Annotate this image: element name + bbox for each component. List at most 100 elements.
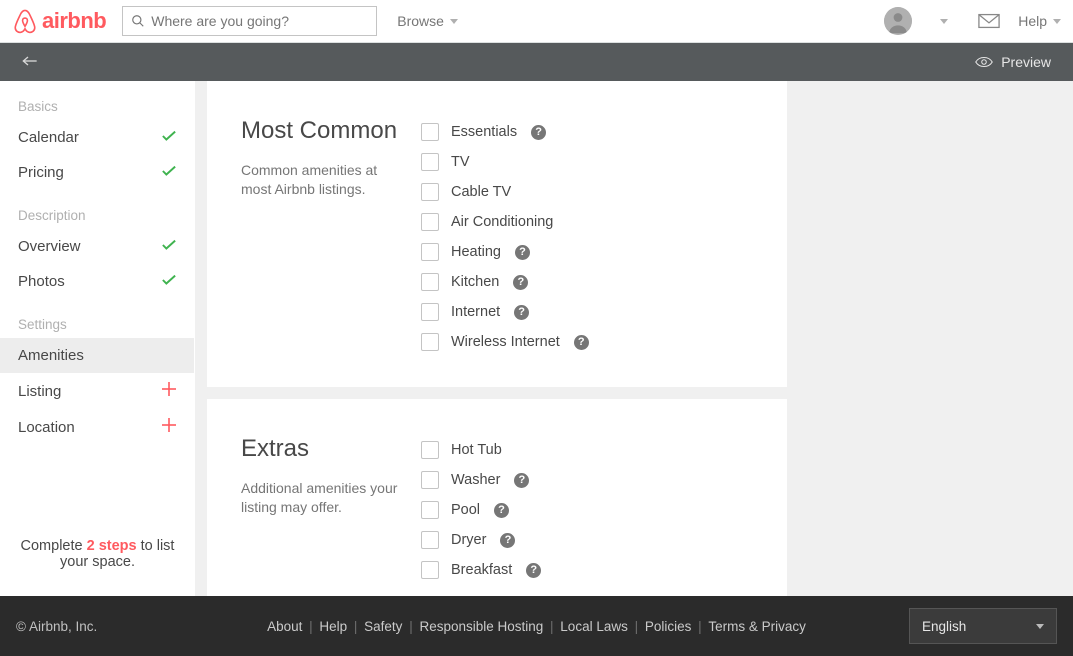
- preview-label: Preview: [1001, 54, 1051, 70]
- amenity-row-air-conditioning: Air Conditioning: [421, 207, 753, 237]
- footer-link-safety[interactable]: Safety: [364, 619, 402, 634]
- amenity-label: Kitchen: [451, 274, 499, 290]
- amenity-row-pool: Pool?: [421, 495, 753, 525]
- help-tooltip-icon[interactable]: ?: [513, 275, 528, 290]
- help-label: Help: [1018, 13, 1047, 29]
- amenity-row-kitchen: Kitchen?: [421, 267, 753, 297]
- separator: |: [405, 619, 416, 634]
- amenity-label: Cable TV: [451, 184, 511, 200]
- amenity-checkbox[interactable]: [421, 441, 439, 459]
- sidebar-item-pricing[interactable]: Pricing: [0, 155, 194, 190]
- footer-link-policies[interactable]: Policies: [645, 619, 692, 634]
- amenity-checkbox[interactable]: [421, 531, 439, 549]
- help-tooltip-icon[interactable]: ?: [531, 125, 546, 140]
- amenity-label: Heating: [451, 244, 501, 260]
- amenity-checkbox[interactable]: [421, 303, 439, 321]
- amenity-checkbox[interactable]: [421, 243, 439, 261]
- browse-dropdown[interactable]: Browse: [397, 13, 458, 29]
- sidebar-item-label: Location: [18, 419, 75, 436]
- brand-logo[interactable]: airbnb: [12, 7, 106, 35]
- search-placeholder: Where are you going?: [151, 13, 289, 29]
- footer-link-local-laws[interactable]: Local Laws: [560, 619, 628, 634]
- user-menu-chevron-icon[interactable]: [940, 19, 948, 24]
- cta-pre: Complete: [21, 538, 87, 554]
- panel-subtitle: Common amenities at most Airbnb listings…: [241, 161, 409, 199]
- arrow-left-icon: [22, 54, 38, 68]
- sidebar-item-label: Photos: [18, 273, 65, 290]
- amenity-checkbox[interactable]: [421, 333, 439, 351]
- cta-steps: 2 steps: [87, 538, 137, 554]
- amenity-label: Hot Tub: [451, 442, 502, 458]
- help-dropdown[interactable]: Help: [1018, 13, 1061, 29]
- sidebar-item-location[interactable]: Location: [0, 409, 194, 445]
- sidebar-section-label: Description: [0, 190, 194, 229]
- amenity-row-essentials: Essentials?: [421, 117, 753, 147]
- sidebar-item-label: Overview: [18, 238, 81, 255]
- help-tooltip-icon[interactable]: ?: [514, 305, 529, 320]
- check-icon: [162, 238, 176, 255]
- amenity-checkbox[interactable]: [421, 213, 439, 231]
- amenity-row-washer: Washer?: [421, 465, 753, 495]
- messages-icon[interactable]: [978, 13, 1000, 29]
- amenity-label: Air Conditioning: [451, 214, 553, 230]
- help-tooltip-icon[interactable]: ?: [514, 473, 529, 488]
- language-selector[interactable]: English: [909, 608, 1057, 644]
- footer-link-about[interactable]: About: [267, 619, 302, 634]
- chevron-down-icon: [1053, 19, 1061, 24]
- avatar-icon: [884, 7, 912, 35]
- sidebar: BasicsCalendarPricingDescription Overview…: [0, 81, 195, 596]
- amenity-checkbox[interactable]: [421, 183, 439, 201]
- site-footer: © Airbnb, Inc. About | Help | Safety | R…: [0, 596, 1073, 656]
- sidebar-item-calendar[interactable]: Calendar: [0, 120, 194, 155]
- content-area: Most Common Common amenities at most Airb…: [195, 81, 1073, 596]
- check-icon: [162, 273, 176, 290]
- footer-link-terms-privacy[interactable]: Terms & Privacy: [708, 619, 806, 634]
- help-tooltip-icon[interactable]: ?: [494, 503, 509, 518]
- amenity-label: Internet: [451, 304, 500, 320]
- help-tooltip-icon[interactable]: ?: [526, 563, 541, 578]
- separator: |: [350, 619, 361, 634]
- sidebar-section-label: Basics: [0, 81, 194, 120]
- help-tooltip-icon[interactable]: ?: [500, 533, 515, 548]
- panel-subtitle: Additional amenities your listing may of…: [241, 479, 409, 517]
- footer-link-responsible-hosting[interactable]: Responsible Hosting: [419, 619, 543, 634]
- amenity-checkbox[interactable]: [421, 273, 439, 291]
- airbnb-belo-icon: [12, 7, 38, 35]
- chevron-down-icon: [450, 19, 458, 24]
- separator: |: [694, 619, 705, 634]
- language-label: English: [922, 619, 966, 634]
- search-icon: [131, 14, 145, 28]
- amenity-label: Essentials: [451, 124, 517, 140]
- amenity-checkbox[interactable]: [421, 561, 439, 579]
- browse-label: Browse: [397, 13, 444, 29]
- top-header: airbnb Where are you going? Browse Help: [0, 0, 1073, 43]
- sidebar-item-photos[interactable]: Photos: [0, 264, 194, 299]
- amenity-row-dryer: Dryer?: [421, 525, 753, 555]
- footer-link-help[interactable]: Help: [319, 619, 347, 634]
- panel-most-common: Most Common Common amenities at most Airb…: [207, 81, 787, 387]
- sidebar-item-amenities[interactable]: Amenities: [0, 338, 194, 373]
- amenity-row-breakfast: Breakfast?: [421, 555, 753, 585]
- user-avatar[interactable]: [884, 7, 912, 35]
- help-tooltip-icon[interactable]: ?: [574, 335, 589, 350]
- separator: |: [305, 619, 316, 634]
- separator: |: [631, 619, 642, 634]
- amenity-label: Pool: [451, 502, 480, 518]
- panel-extras: Extras Additional amenities your listing …: [207, 399, 787, 596]
- chevron-down-icon: [1036, 624, 1044, 629]
- eye-icon: [975, 56, 993, 68]
- help-tooltip-icon[interactable]: ?: [515, 245, 530, 260]
- panel-title: Most Common: [241, 117, 409, 145]
- amenity-checkbox[interactable]: [421, 501, 439, 519]
- amenity-checkbox[interactable]: [421, 123, 439, 141]
- sidebar-item-listing[interactable]: Listing: [0, 373, 194, 409]
- back-button[interactable]: [22, 54, 38, 71]
- preview-button[interactable]: Preview: [975, 54, 1051, 70]
- panel-title: Extras: [241, 435, 409, 463]
- brand-text: airbnb: [42, 8, 106, 34]
- amenity-checkbox[interactable]: [421, 471, 439, 489]
- amenity-row-wireless-internet: Wireless Internet?: [421, 327, 753, 357]
- sidebar-item-overview[interactable]: Overview: [0, 229, 194, 264]
- amenity-checkbox[interactable]: [421, 153, 439, 171]
- search-input[interactable]: Where are you going?: [122, 6, 377, 36]
